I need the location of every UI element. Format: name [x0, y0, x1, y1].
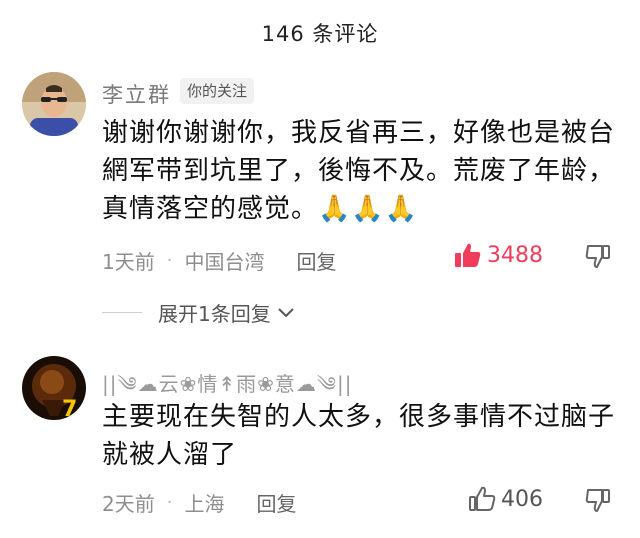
- like-button[interactable]: 406: [468, 486, 543, 512]
- avatar[interactable]: 7: [22, 356, 86, 420]
- thumbs-up-icon: [455, 243, 481, 267]
- comment-location: 上海: [184, 492, 225, 516]
- like-count: 406: [501, 486, 543, 512]
- expand-replies[interactable]: 展开1条回复: [102, 298, 295, 327]
- comment-time: 1天前: [102, 250, 155, 274]
- following-badge: 你的关注: [180, 78, 255, 104]
- dislike-button[interactable]: [584, 486, 612, 518]
- comment-meta: 2天前 · 上海 回复: [102, 488, 296, 517]
- thumbs-down-icon: [585, 489, 610, 512]
- comment-count-title: 146 条评论: [261, 22, 379, 46]
- thumbs-down-icon: [585, 245, 610, 268]
- reply-button[interactable]: 回复: [256, 488, 296, 517]
- username[interactable]: 李立群: [102, 79, 171, 109]
- comment-text-line: 就被人溜了: [102, 440, 238, 470]
- chevron-down-icon: [278, 307, 294, 317]
- comment-text-line: 真情落空的感觉。🙏🙏🙏: [102, 194, 419, 224]
- reply-button[interactable]: 回复: [296, 246, 336, 275]
- comments-header: 146 条评论: [0, 0, 640, 66]
- meta-separator: ·: [166, 250, 173, 271]
- comment-meta: 1天前 · 中国台湾 回复: [102, 246, 336, 275]
- like-count: 3488: [487, 242, 543, 268]
- expand-replies-label: 展开1条回复: [158, 302, 271, 326]
- meta-separator: ·: [166, 492, 173, 513]
- comment-text-line: 網军带到坑里了，後悔不及。荒废了年龄，: [102, 156, 616, 186]
- comment-text-line: 谢谢你谢谢你，我反省再三，好像也是被台: [102, 118, 616, 148]
- comment-text-line: 主要现在失智的人太多，很多事情不过脑子: [102, 402, 616, 432]
- comment-text: 主要现在失智的人太多，很多事情不过脑子 就被人溜了: [102, 398, 615, 474]
- dislike-button[interactable]: [584, 242, 612, 274]
- thumbs-up-icon: [469, 486, 496, 511]
- like-button[interactable]: 3488: [454, 242, 543, 268]
- avatar[interactable]: [22, 72, 86, 136]
- divider-line: [102, 312, 142, 313]
- comment-time: 2天前: [102, 492, 155, 516]
- comment-text: 谢谢你谢谢你，我反省再三，好像也是被台 網军带到坑里了，後悔不及。荒废了年龄， …: [102, 114, 615, 228]
- comment-location: 中国台湾: [184, 250, 265, 274]
- svg-text:7: 7: [62, 397, 77, 420]
